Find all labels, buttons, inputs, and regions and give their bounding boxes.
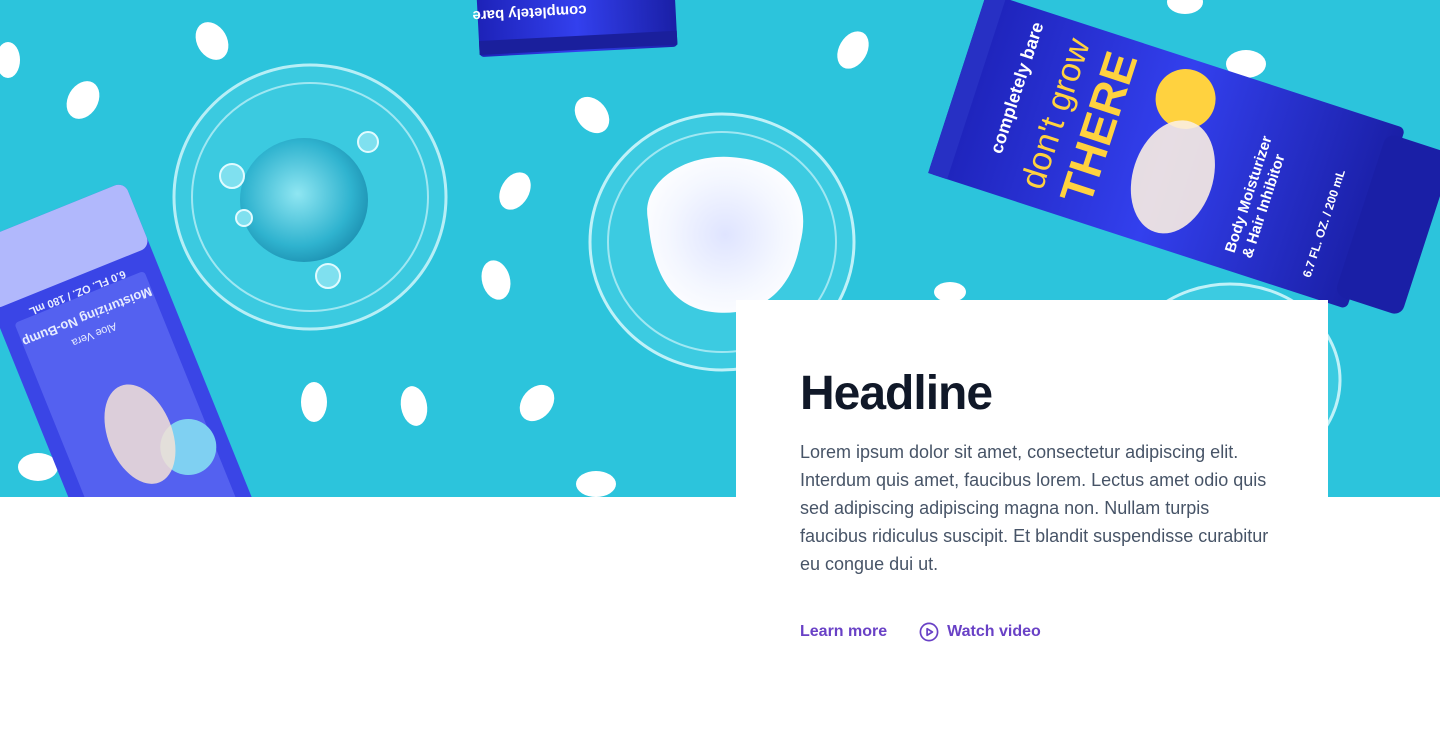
watch-video-label: Watch video [947,623,1041,640]
body-text: Lorem ipsum dolor sit amet, consectetur … [800,442,1269,574]
action-links: Learn more Watch video [800,620,1264,644]
watch-video-link[interactable]: Watch video [919,620,1041,644]
page: completely bare Moisturizing No-Bump Alo… [0,0,1440,756]
content-card: Headline Lorem ipsum dolor sit amet, con… [736,300,1328,690]
headline: Headline [800,367,993,420]
learn-more-link[interactable]: Learn more [800,620,887,644]
play-circle-icon [919,622,939,642]
gel-dish [172,63,448,331]
learn-more-label: Learn more [800,623,888,640]
